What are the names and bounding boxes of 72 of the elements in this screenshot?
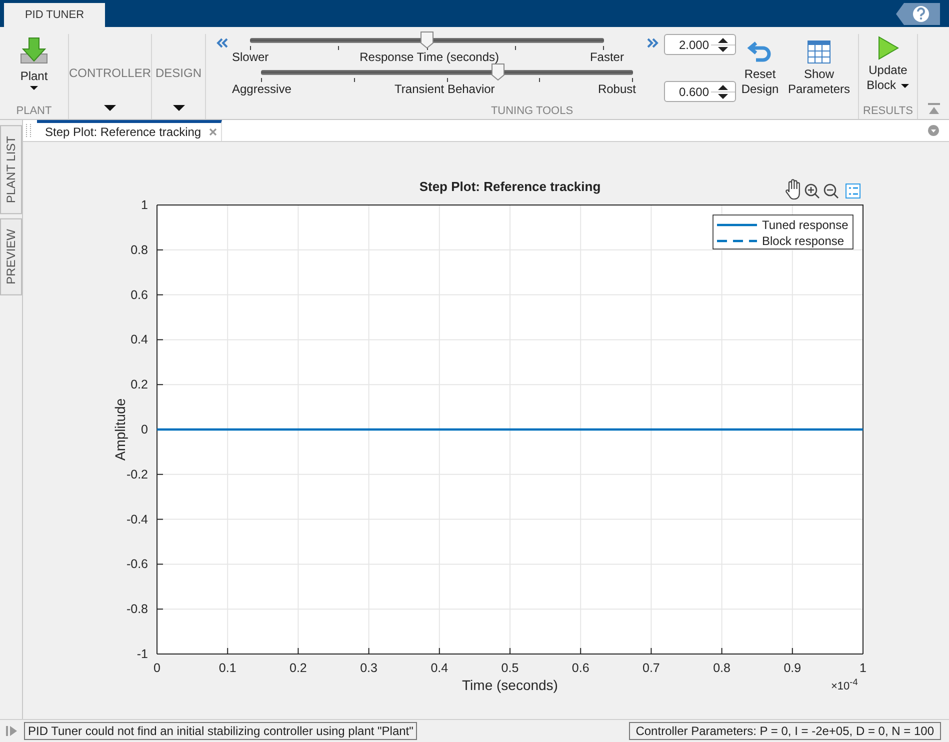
expand-icon[interactable] xyxy=(647,38,659,48)
y-tick-label: -0.8 xyxy=(126,602,148,616)
slider-label: Aggressive xyxy=(232,82,292,96)
help-icon[interactable] xyxy=(896,2,940,24)
x-tick-label: 0.6 xyxy=(572,661,590,675)
close-icon[interactable] xyxy=(209,128,218,136)
spin-field[interactable]: 2.000 xyxy=(664,34,736,55)
y-tick-label: -1 xyxy=(136,647,148,661)
legend-label: Tuned response xyxy=(762,218,848,232)
caret-icon xyxy=(901,84,910,88)
status-message: PID Tuner could not find an initial stabilizing controller using plant "Plant" xyxy=(24,722,418,740)
y-axis-label: Amplitude xyxy=(112,398,128,461)
y-tick-label: -0.4 xyxy=(126,512,148,526)
y-tick-label: 1 xyxy=(141,198,148,212)
x-axis-label: Time (seconds) xyxy=(462,677,558,693)
controller-parameters: Controller Parameters: P = 0, I = -2e+05, D = 0, N = 100 xyxy=(628,722,941,740)
x-tick-label: 0.7 xyxy=(642,661,660,675)
section-label: RESULTS xyxy=(862,105,914,119)
slider-label: Robust xyxy=(598,82,636,96)
show-parameters-button[interactable]: Show Parameters xyxy=(788,38,850,99)
options-icon[interactable] xyxy=(928,125,939,136)
x-tick-label: 0.4 xyxy=(430,661,448,675)
slider-label: Slower xyxy=(232,50,269,64)
slider[interactable] xyxy=(261,63,633,81)
reset-design-button[interactable]: Reset Design xyxy=(738,38,782,99)
y-tick-label: 0.4 xyxy=(130,332,148,347)
slider-thumb[interactable] xyxy=(490,63,505,81)
caret-icon xyxy=(30,86,38,90)
y-tick-label: 0.8 xyxy=(130,242,148,257)
chart-title: Step Plot: Reference tracking xyxy=(419,179,601,194)
side-tab[interactable]: PLANT LIST xyxy=(0,125,22,214)
slider-thumb[interactable] xyxy=(420,31,434,49)
hand-icon[interactable] xyxy=(786,179,800,200)
collapse-icon[interactable] xyxy=(216,38,228,48)
zoom-out-icon[interactable] xyxy=(824,184,839,199)
app-tab[interactable]: PID TUNER xyxy=(4,3,105,27)
section-label: PLANT xyxy=(15,105,53,119)
x-tick-label: 0.5 xyxy=(501,661,519,675)
side-tab[interactable]: PREVIEW xyxy=(0,218,22,296)
download-icon xyxy=(19,36,49,66)
legend-icon[interactable] xyxy=(846,184,860,198)
slider[interactable] xyxy=(250,31,604,49)
plant-button[interactable]: Plant xyxy=(16,34,52,92)
section-label: TUNING TOOLS xyxy=(490,105,574,119)
legend-swatch xyxy=(717,224,757,226)
y-tick-label: -0.2 xyxy=(126,467,148,482)
x-tick-label: 0.2 xyxy=(290,661,307,675)
axis-exponent: ×10$^{-4}$ xyxy=(831,677,858,693)
y-tick-label: -0.6 xyxy=(126,557,148,572)
zoom-in-icon[interactable] xyxy=(804,184,820,199)
design-label: DESIGN xyxy=(155,66,202,80)
table-icon xyxy=(807,40,831,64)
x-tick-label: 0.3 xyxy=(360,661,378,675)
play-icon xyxy=(877,36,899,60)
legend-label: Block response xyxy=(762,234,844,248)
update-block-button[interactable]: Update Block xyxy=(861,34,915,95)
x-tick-label: 0.8 xyxy=(713,661,730,675)
slider-label: Transient Behavior xyxy=(394,82,495,96)
undo-arrow-icon xyxy=(747,40,773,64)
x-tick-label: 0.1 xyxy=(218,661,236,675)
legend-swatch xyxy=(717,240,757,242)
document-tab[interactable]: Step Plot: Reference tracking xyxy=(37,120,222,141)
controller-label: CONTROLLER xyxy=(69,66,152,80)
y-tick-label: 0.6 xyxy=(130,288,148,302)
x-tick-label: 0.9 xyxy=(784,661,802,675)
y-tick-label: 0 xyxy=(141,422,148,436)
x-tick-label: 0 xyxy=(154,661,160,675)
x-tick-label: 1 xyxy=(860,661,866,675)
y-tick-label: 0.2 xyxy=(130,378,148,392)
slider-label: Faster xyxy=(590,50,624,64)
spin-field[interactable]: 0.600 xyxy=(664,81,736,102)
slider-label: Response Time (seconds) xyxy=(360,50,500,64)
